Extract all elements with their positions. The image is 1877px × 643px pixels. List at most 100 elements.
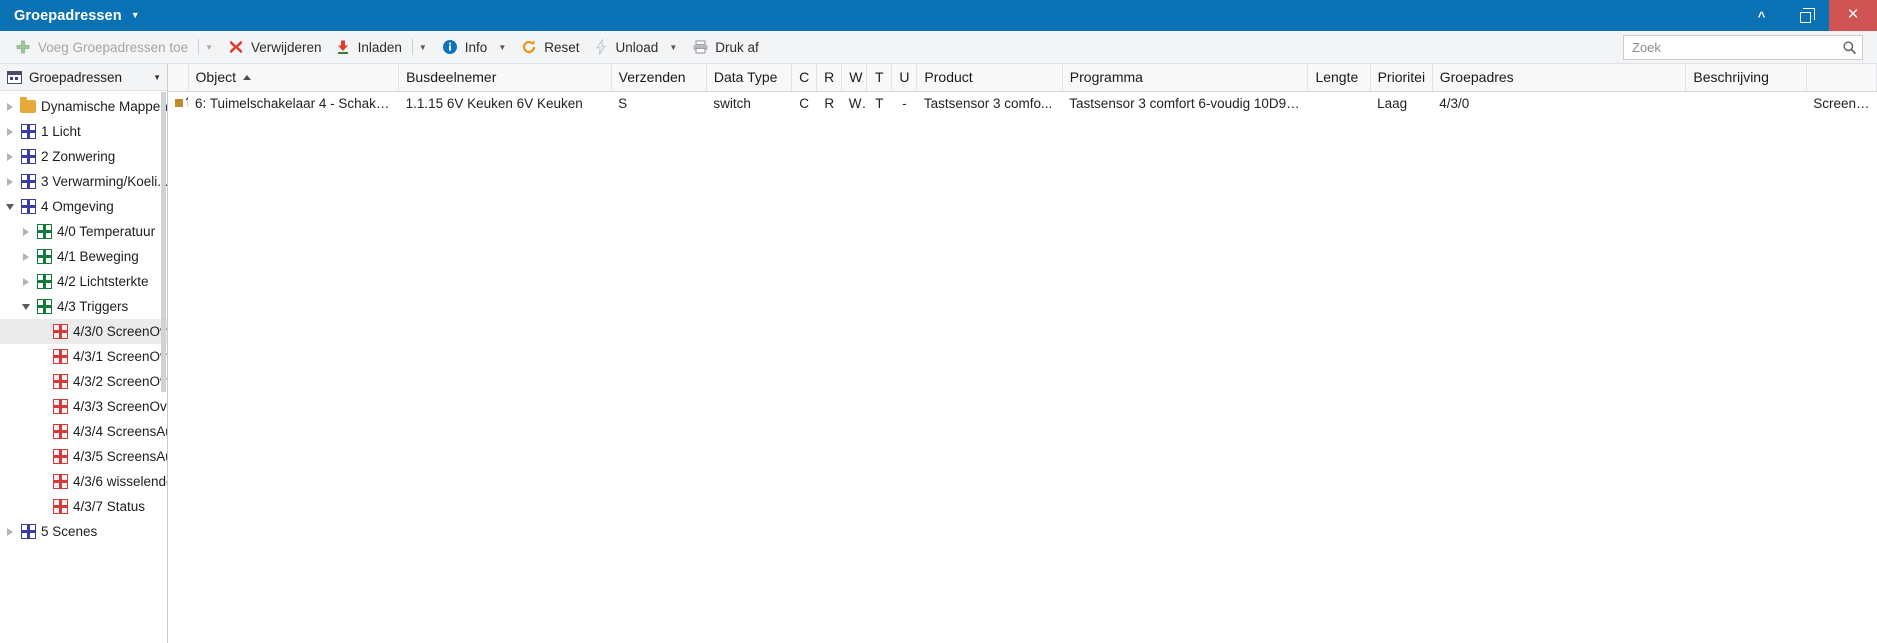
sidebar-scrollbar-thumb[interactable] bbox=[161, 92, 166, 392]
tree-item[interactable]: 4 Omgeving bbox=[0, 194, 167, 219]
window-title: Groepadressen bbox=[14, 7, 122, 24]
folder-icon bbox=[18, 97, 38, 113]
add-group-address-button[interactable]: Voeg Groepadressen toe bbox=[8, 34, 194, 60]
cell-prioriteit[interactable]: Laag bbox=[1370, 91, 1432, 115]
column-header-u[interactable]: U bbox=[891, 64, 918, 92]
cell-text: C bbox=[799, 95, 810, 111]
tree-item[interactable]: 4/3/0 ScreenOve... bbox=[0, 319, 167, 344]
tree-item[interactable]: 4/3/7 Status bbox=[0, 494, 167, 519]
table-row[interactable]: ⇅ 6: Tuimelschakelaar 4 - Schakelen 1.1.15… bbox=[168, 91, 1877, 115]
group-address-glyph bbox=[36, 274, 52, 289]
column-header-groepadres[interactable]: Groepadres bbox=[1432, 64, 1687, 92]
tree-item[interactable]: 5 Scenes bbox=[0, 519, 167, 544]
search-icon[interactable] bbox=[1836, 40, 1862, 55]
cell-text: switch bbox=[713, 95, 751, 111]
column-header-w[interactable]: W bbox=[841, 64, 868, 92]
tree-expand-arrow-icon[interactable] bbox=[2, 127, 18, 136]
restore-icon bbox=[1799, 7, 1815, 23]
column-header-object[interactable]: Object bbox=[188, 64, 400, 92]
arrow-glyph bbox=[23, 227, 29, 236]
cell-w[interactable]: W bbox=[842, 91, 867, 115]
tree-expand-arrow-icon[interactable] bbox=[2, 152, 18, 161]
cell-r[interactable]: R bbox=[817, 91, 842, 115]
unload-chevron-down-icon[interactable]: ▼ bbox=[664, 34, 685, 60]
column-header-product[interactable]: Product bbox=[916, 64, 1063, 92]
column-header-r[interactable]: R bbox=[816, 64, 843, 92]
column-header-beschrijving[interactable]: Beschrijving bbox=[1685, 64, 1807, 92]
info-button[interactable]: Info bbox=[435, 34, 494, 60]
folder-glyph bbox=[20, 97, 36, 113]
tree-item[interactable]: 4/3/1 ScreenOve... bbox=[0, 344, 167, 369]
cell-c[interactable]: C bbox=[792, 91, 817, 115]
tree-expand-arrow-icon[interactable] bbox=[18, 227, 34, 236]
cell-busdeelnemer[interactable]: 1.1.15 6V Keuken 6V Keuken bbox=[399, 91, 612, 115]
close-button[interactable]: × bbox=[1829, 0, 1877, 31]
tree-item[interactable]: 2 Zonwering bbox=[0, 144, 167, 169]
tree-item[interactable]: 4/3 Triggers bbox=[0, 294, 167, 319]
column-header-lengte[interactable]: Lengte bbox=[1307, 64, 1371, 92]
add-group-address-chevron-down-icon[interactable]: ▼ bbox=[200, 34, 221, 60]
tree-item[interactable]: 3 Verwarming/Koeli... bbox=[0, 169, 167, 194]
sidebar-scrollbar[interactable] bbox=[161, 92, 166, 643]
tree-panel-chevron-down-icon[interactable]: ▼ bbox=[153, 73, 161, 82]
restore-button[interactable] bbox=[1784, 0, 1829, 31]
arrow-glyph bbox=[7, 527, 13, 536]
tree-item[interactable]: 4/3/5 ScreensAu... bbox=[0, 444, 167, 469]
column-header-programma[interactable]: Programma bbox=[1062, 64, 1309, 92]
tree-item[interactable]: 4/3/3 ScreenOve... bbox=[0, 394, 167, 419]
cell-u[interactable]: - bbox=[892, 91, 917, 115]
tree-item[interactable]: 4/3/4 ScreensAuto bbox=[0, 419, 167, 444]
cell-verzenden[interactable]: S bbox=[611, 91, 706, 115]
cell-datatype[interactable]: switch bbox=[706, 91, 791, 115]
tree-expand-arrow-icon[interactable] bbox=[2, 102, 18, 111]
cell-object[interactable]: 6: Tuimelschakelaar 4 - Schakelen bbox=[188, 91, 399, 115]
column-header-t[interactable]: T bbox=[866, 64, 893, 92]
tree-item[interactable]: Dynamische Mappen bbox=[0, 94, 167, 119]
cell-programma[interactable]: Tastsensor 3 comfort 6-voudig 10D9111 bi… bbox=[1062, 91, 1308, 115]
tree-item[interactable]: 1 Licht bbox=[0, 119, 167, 144]
column-header-c[interactable]: C bbox=[791, 64, 818, 92]
tree-collapse-arrow-icon[interactable] bbox=[2, 203, 18, 210]
unload-button[interactable]: Unload bbox=[586, 34, 665, 60]
window-title-chevron-down-icon[interactable]: ▼ bbox=[131, 10, 140, 20]
tree-item[interactable]: 4/2 Lichtsterkte bbox=[0, 269, 167, 294]
column-header-datatype[interactable]: Data Type bbox=[706, 64, 793, 92]
tree-collapse-arrow-icon[interactable] bbox=[18, 303, 34, 310]
column-header-busdeelnemer[interactable]: Busdeelnemer bbox=[398, 64, 612, 92]
reset-button[interactable]: Reset bbox=[514, 34, 585, 60]
tree-item[interactable]: 4/1 Beweging bbox=[0, 244, 167, 269]
info-chevron-down-icon[interactable]: ▼ bbox=[493, 34, 514, 60]
row-updown-arrows-icon: ⇅ bbox=[185, 96, 188, 108]
group-address-glyph bbox=[20, 124, 36, 139]
group-address-icon bbox=[50, 499, 70, 514]
row-handle[interactable]: ⇅ bbox=[168, 91, 188, 115]
tree-item[interactable]: 4/3/2 ScreenOve... bbox=[0, 369, 167, 394]
tree-item[interactable]: 4/3/6 wisselende bbox=[0, 469, 167, 494]
minimize-ribbon-button[interactable]: ^ bbox=[1739, 0, 1784, 31]
search-box[interactable] bbox=[1623, 35, 1863, 60]
search-input[interactable] bbox=[1624, 39, 1836, 56]
group-address-icon bbox=[18, 149, 38, 164]
cell-beschrijving[interactable] bbox=[1686, 91, 1806, 115]
print-button[interactable]: Druk af bbox=[685, 34, 765, 60]
column-header-spacer[interactable] bbox=[1806, 64, 1877, 92]
cell-product[interactable]: Tastsensor 3 comfo... bbox=[917, 91, 1062, 115]
column-header-prioriteit[interactable]: Prioritei bbox=[1370, 64, 1433, 92]
cell-text: Laag bbox=[1377, 95, 1408, 111]
download-button[interactable]: Inladen bbox=[328, 34, 408, 60]
cell-t[interactable]: T bbox=[867, 91, 892, 115]
tree-expand-arrow-icon[interactable] bbox=[18, 252, 34, 261]
group-address-icon bbox=[34, 274, 54, 289]
tree-expand-arrow-icon[interactable] bbox=[2, 527, 18, 536]
cell-spacer[interactable]: ScreenOverride K... bbox=[1806, 91, 1876, 115]
column-header-verzenden[interactable]: Verzenden bbox=[611, 64, 707, 92]
tree-expand-arrow-icon[interactable] bbox=[2, 177, 18, 186]
cell-lengte[interactable] bbox=[1308, 91, 1370, 115]
delete-button[interactable]: Verwijderen bbox=[221, 34, 328, 60]
tree-item[interactable]: 4/0 Temperatuur bbox=[0, 219, 167, 244]
tree-panel-header[interactable]: Groepadressen ▼ bbox=[0, 64, 167, 91]
cell-groepadres[interactable]: 4/3/0 bbox=[1432, 91, 1686, 115]
tree-expand-arrow-icon[interactable] bbox=[18, 277, 34, 286]
download-chevron-down-icon[interactable]: ▼ bbox=[414, 34, 435, 60]
column-header-handle[interactable] bbox=[168, 64, 189, 92]
